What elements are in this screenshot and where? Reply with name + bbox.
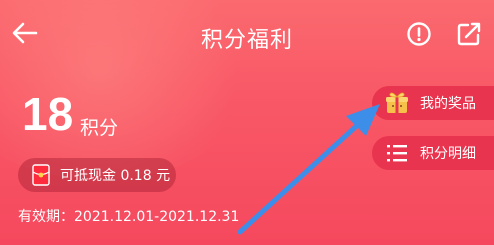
list-icon [387,145,407,162]
external-edit-icon [457,22,481,46]
cash-equivalent-text: 可抵现金 0.18 元 [60,168,171,184]
red-packet-icon [32,164,50,186]
cash-equivalent-pill: 可抵现金 0.18 元 [18,158,176,192]
points-unit: 积分 [80,117,119,139]
info-button[interactable] [404,19,434,49]
gift-box-icon [386,92,408,113]
points-value: 18 [22,88,74,140]
share-edit-button[interactable] [454,19,484,49]
my-prizes-button[interactable]: 我的奖品 [372,86,494,120]
my-prizes-label: 我的奖品 [420,96,476,112]
exclamation-circle-icon [407,22,431,46]
validity-period: 有效期：2021.12.01-2021.12.31 [18,209,240,225]
points-details-button[interactable]: 积分明细 [372,136,494,170]
points-details-label: 积分明细 [420,146,476,162]
points-welfare-screen: 积分福利 18 积分 可抵现金 0.18 元 有效期：2021.12.01-20… [0,0,494,245]
